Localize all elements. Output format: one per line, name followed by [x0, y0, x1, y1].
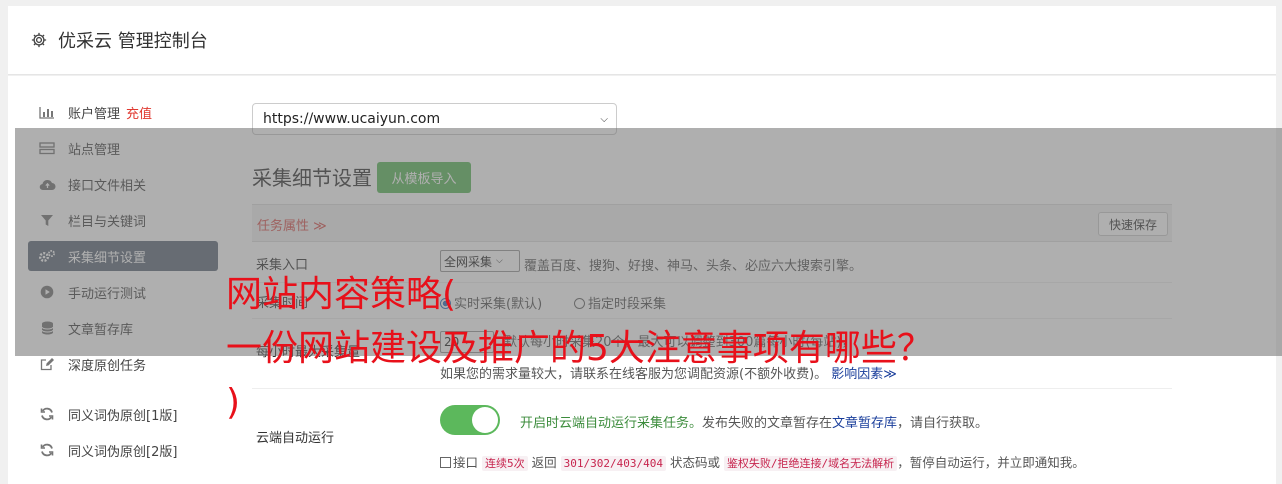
- site-select-value: https://www.ucaiyun.com: [263, 111, 441, 127]
- section-title: 采集细节设置: [252, 166, 372, 190]
- page-title: 优采云 管理控制台: [58, 31, 208, 52]
- pause-checkbox[interactable]: [440, 457, 451, 468]
- sidebar-item-synonym-v1[interactable]: 同义词伪原创[1版]: [28, 399, 218, 429]
- code-consecutive: 连续5次: [482, 456, 528, 471]
- site-select[interactable]: https://www.ucaiyun.com ⌵: [252, 103, 617, 135]
- headline-line-2: 一份网站建设及推广的5大注意事项有哪些？: [226, 328, 933, 369]
- code-errors: 鉴权失败/拒绝连接/域名无法解析: [723, 456, 898, 471]
- sidebar-item-label: 深度原创任务: [68, 358, 147, 374]
- import-template-button[interactable]: 从模板导入: [377, 162, 471, 193]
- cloud-upload-icon: [38, 177, 56, 191]
- quick-save-button[interactable]: 快速保存: [1098, 212, 1168, 236]
- sidebar-item-label: 采集细节设置: [68, 250, 147, 266]
- play-circle-icon: [38, 285, 56, 299]
- sidebar-item-label: 栏目与关键词: [68, 214, 147, 230]
- gear-icon[interactable]: [30, 31, 48, 49]
- sidebar-item-label: 同义词伪原创[2版]: [68, 444, 178, 460]
- gears-icon: [38, 249, 56, 263]
- sidebar-item-sites[interactable]: 站点管理: [28, 133, 218, 163]
- sidebar-item-interface[interactable]: 接口文件相关: [28, 169, 218, 199]
- task-attributes-bar: 任务属性 ≫ 快速保存: [252, 204, 1172, 242]
- recharge-link[interactable]: 充值: [126, 103, 152, 122]
- code-status: 301/302/403/404: [560, 456, 666, 471]
- sidebar-item-collect-settings[interactable]: 采集细节设置: [28, 241, 218, 271]
- sidebar-item-label: 站点管理: [68, 142, 121, 158]
- sidebar-item-label: 文章暂存库: [68, 322, 134, 338]
- sidebar-item-label: 手动运行测试: [68, 286, 147, 302]
- sidebar-item-label: 同义词伪原创[1版]: [68, 408, 178, 424]
- database-icon: [38, 321, 56, 335]
- filter-icon: [38, 213, 56, 227]
- sidebar-item-manual-run[interactable]: 手动运行测试: [28, 277, 218, 307]
- task-attributes-toggle[interactable]: 任务属性 ≫: [257, 215, 327, 234]
- server-icon: [38, 141, 56, 155]
- cb-text: 接口: [453, 455, 479, 470]
- mid2: 状态码或: [669, 455, 720, 470]
- sidebar-item-deep-original[interactable]: 深度原创任务: [28, 349, 218, 379]
- sidebar-item-label: 账户管理: [68, 106, 121, 122]
- entry-select-value: 全网采集: [444, 254, 493, 269]
- sidebar-item-synonym-v2[interactable]: 同义词伪原创[2版]: [28, 435, 218, 465]
- header-bar: 优采云 管理控制台: [8, 6, 1276, 75]
- sidebar-item-keywords[interactable]: 栏目与关键词: [28, 205, 218, 235]
- mid1: 返回: [531, 455, 557, 470]
- sidebar: 账户管理 充值 站点管理 接口文件相关 栏目与关键词 采集细节设置 手动运行测试…: [28, 97, 218, 471]
- refresh-icon: [38, 407, 56, 421]
- headline-line-1: 网站内容策略(: [226, 274, 457, 315]
- refresh-icon: [38, 443, 56, 457]
- chevron-down-icon: ⌵: [496, 256, 503, 266]
- sidebar-item-label: 接口文件相关: [68, 178, 147, 194]
- headline-line-3: ): [226, 382, 241, 423]
- bar-chart-icon: [38, 105, 56, 119]
- headline-overlay: 网站内容策略( 一份网站建设及推广的5大注意事项有哪些？ ): [226, 268, 1076, 430]
- edit-icon: [38, 357, 56, 371]
- sidebar-item-article-store[interactable]: 文章暂存库: [28, 313, 218, 343]
- pause-condition: 接口 连续5次 返回 301/302/403/404 状态码或 鉴权失败/拒绝连…: [440, 452, 1085, 471]
- sidebar-divider: [28, 385, 218, 399]
- chevron-down-icon: ⌵: [600, 114, 608, 125]
- tail: ，暂停自动运行，并立即通知我。: [897, 455, 1085, 470]
- sidebar-item-account[interactable]: 账户管理 充值: [28, 97, 218, 127]
